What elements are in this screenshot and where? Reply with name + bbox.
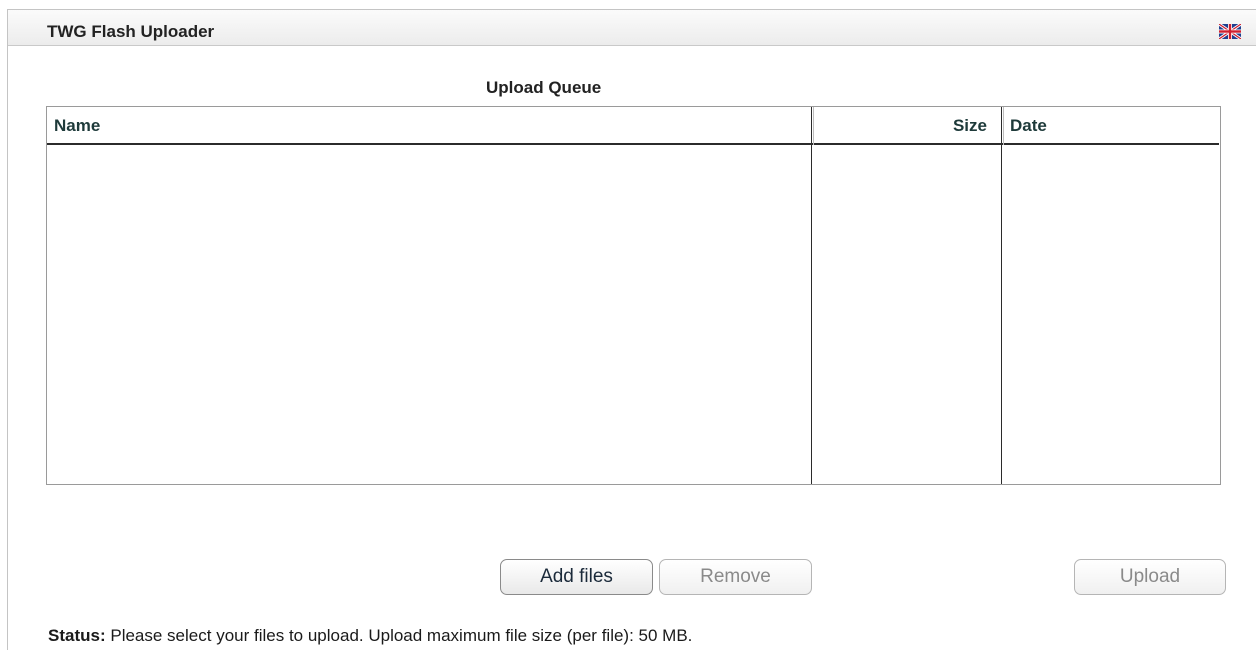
column-divider-highlight xyxy=(1003,107,1004,145)
upload-queue-table[interactable]: Name Size Date xyxy=(46,106,1221,485)
upload-button[interactable]: Upload xyxy=(1074,559,1226,595)
column-divider-size-date[interactable] xyxy=(1001,107,1002,484)
status-message: Please select your files to upload. Uplo… xyxy=(110,626,693,645)
status-label: Status: xyxy=(48,626,106,645)
column-divider-name-size[interactable] xyxy=(811,107,812,484)
column-divider-highlight xyxy=(813,107,814,145)
uploader-window: TWG Flash Uploader Upload Queue Name Siz… xyxy=(7,9,1256,650)
add-files-button[interactable]: Add files xyxy=(500,559,653,595)
remove-button[interactable]: Remove xyxy=(659,559,812,595)
column-header-name[interactable]: Name xyxy=(54,116,100,136)
queue-title: Upload Queue xyxy=(486,78,602,97)
table-header: Name Size Date xyxy=(47,107,1219,145)
column-header-size[interactable]: Size xyxy=(953,116,987,136)
app-title: TWG Flash Uploader xyxy=(47,22,215,41)
column-header-date[interactable]: Date xyxy=(1010,116,1047,136)
uk-flag-icon[interactable] xyxy=(1219,24,1241,39)
status-bar: Status: Please select your files to uplo… xyxy=(48,626,692,646)
title-bar: TWG Flash Uploader xyxy=(8,10,1256,46)
